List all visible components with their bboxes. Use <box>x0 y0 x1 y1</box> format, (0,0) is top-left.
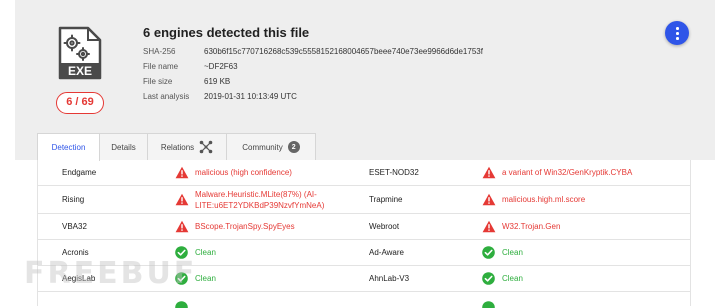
meta-label: Last analysis <box>143 92 190 101</box>
meta-value: 619 KB <box>204 77 231 86</box>
check-circle-icon <box>482 266 495 291</box>
detection-result: Clean <box>195 274 216 283</box>
alert-triangle-icon <box>482 160 496 185</box>
detection-result: a variant of Win32/GenKryptik.CYBA <box>502 168 633 177</box>
detection-result: malicious.high.ml.score <box>502 195 586 204</box>
table-row: Endgame malicious (high confidence) ESET… <box>38 160 690 186</box>
tab-label: Detection <box>51 143 86 152</box>
watermark: FREEBUF <box>24 256 198 291</box>
alert-triangle-icon <box>175 214 189 239</box>
detection-result: malicious (high confidence) <box>195 168 292 177</box>
more-vert-icon-dot <box>676 32 679 35</box>
meta-label: File size <box>143 77 173 86</box>
meta-value: 630b6f15c770716268c539c5558152168004657b… <box>204 47 483 56</box>
engine-name: Rising <box>62 195 85 204</box>
detection-score-badge: 6 / 69 <box>56 92 104 114</box>
meta-row-file-name: File name ~DF2F63 <box>143 62 238 71</box>
tab-label: Relations <box>160 142 195 152</box>
engine-name: Endgame <box>62 168 97 177</box>
engine-name: VBA32 <box>62 222 87 231</box>
meta-value: 2019-01-31 10:13:49 UTC <box>204 92 297 101</box>
detection-result: Clean <box>502 248 523 257</box>
meta-row-last-analysis: Last analysis 2019-01-31 10:13:49 UTC <box>143 92 297 101</box>
table-row: Rising Malware.Heuristic.MLite(87%) (AI-… <box>38 186 690 214</box>
detection-result: Malware.Heuristic.MLite(87%) (AI-LITE:u6… <box>195 189 325 210</box>
tab-bar: Detection Details Relations Community 2 <box>37 133 316 161</box>
detection-result: W32.Trojan.Gen <box>502 222 561 231</box>
more-vert-icon-dot <box>676 37 679 40</box>
tab-details[interactable]: Details <box>99 133 148 160</box>
tab-community[interactable]: Community 2 <box>226 133 316 160</box>
exe-icon-label: EXE <box>68 64 92 78</box>
check-circle-icon <box>482 301 495 308</box>
table-row-partial <box>38 292 690 308</box>
detection-result: BScope.TrojanSpy.SpyEyes <box>195 222 295 231</box>
tab-detection[interactable]: Detection <box>37 133 100 161</box>
tab-label: Community <box>242 142 283 152</box>
more-options-button[interactable] <box>665 21 689 45</box>
community-count-badge: 2 <box>287 141 300 153</box>
exe-file-icon: EXE <box>58 26 102 80</box>
engine-name: Webroot <box>369 222 400 231</box>
alert-triangle-icon <box>175 186 189 213</box>
page-title: 6 engines detected this file <box>143 25 310 40</box>
check-circle-icon <box>175 301 188 308</box>
detection-result: Clean <box>195 248 216 257</box>
engine-name: ESET-NOD32 <box>369 168 419 177</box>
table-row: VBA32 BScope.TrojanSpy.SpyEyes Webroot W… <box>38 214 690 240</box>
meta-value: ~DF2F63 <box>204 62 238 71</box>
detection-result: Clean <box>502 274 523 283</box>
meta-row-sha256: SHA-256 630b6f15c770716268c539c5558152168… <box>143 47 483 56</box>
engine-name: AhnLab-V3 <box>369 274 410 283</box>
alert-triangle-icon <box>482 186 496 213</box>
alert-triangle-icon <box>482 214 496 239</box>
engine-name: Trapmine <box>369 195 403 204</box>
meta-row-file-size: File size 619 KB <box>143 77 230 86</box>
relations-graph-icon <box>199 140 213 154</box>
meta-label: File name <box>143 62 179 71</box>
meta-label: SHA-256 <box>143 47 176 56</box>
tab-relations[interactable]: Relations <box>147 133 227 160</box>
tab-label: Details <box>111 142 136 152</box>
alert-triangle-icon <box>175 160 189 185</box>
engine-name: Ad-Aware <box>369 248 404 257</box>
check-circle-icon <box>482 240 495 265</box>
more-vert-icon <box>676 27 679 30</box>
